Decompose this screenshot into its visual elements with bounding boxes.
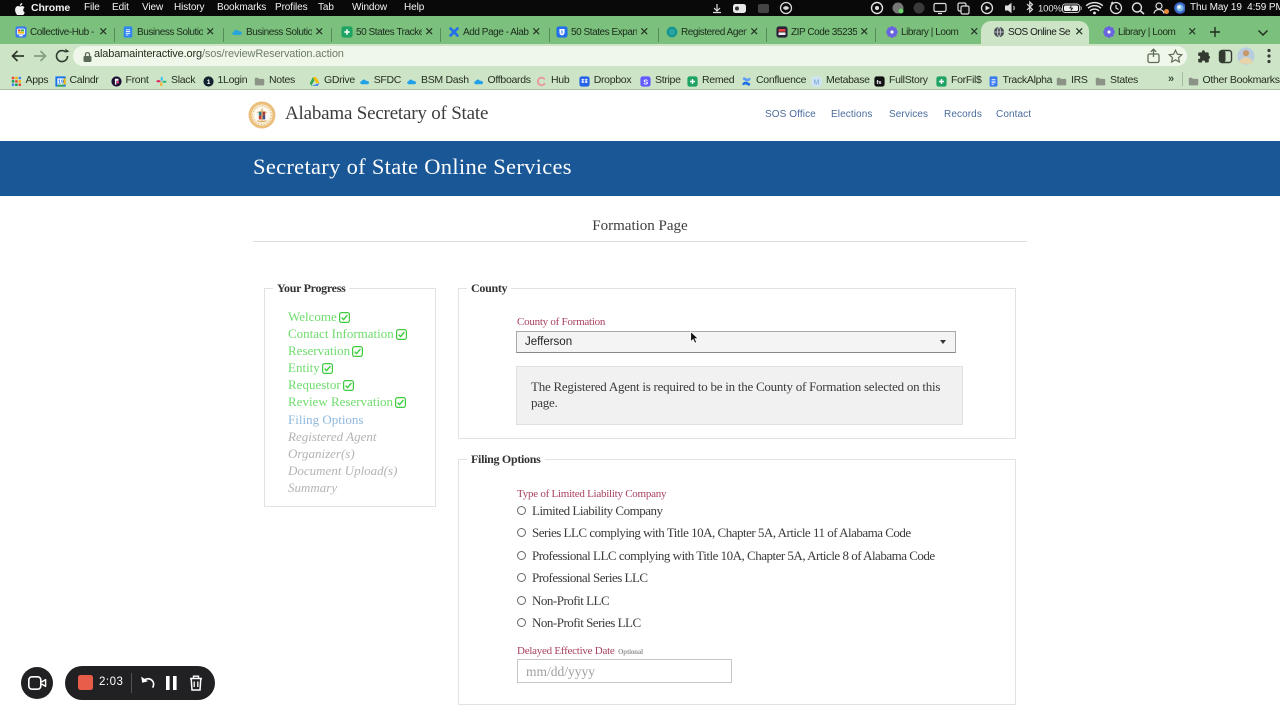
svg-text:M: M — [814, 79, 820, 86]
svg-text:S: S — [643, 77, 648, 86]
svg-text:19: 19 — [58, 79, 64, 85]
svg-text:fs: fs — [876, 79, 882, 85]
svg-text:1: 1 — [206, 78, 210, 85]
svg-text:100%: 100% — [1038, 4, 1063, 15]
